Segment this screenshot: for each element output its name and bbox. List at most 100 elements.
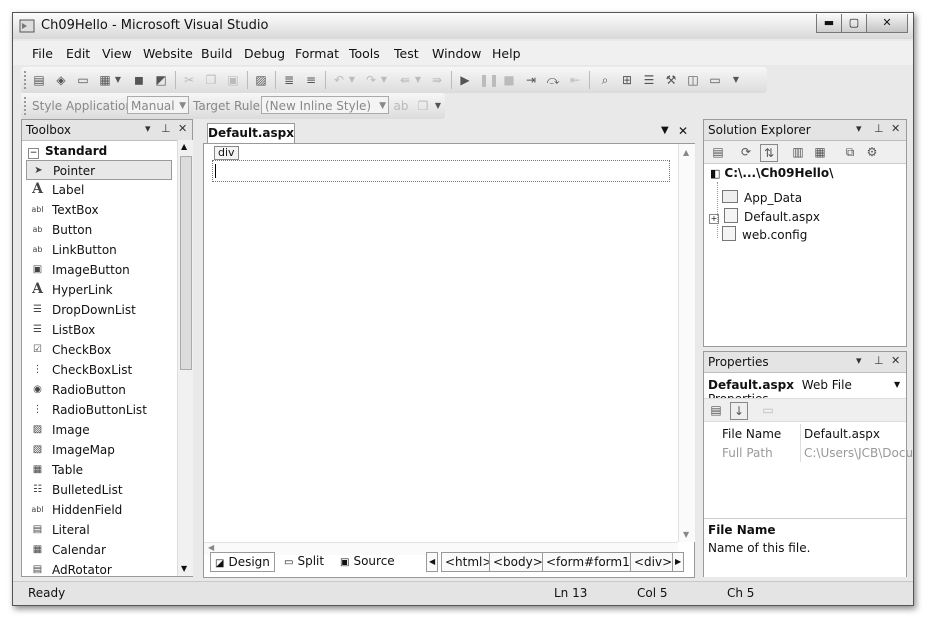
chevron-down-icon[interactable]: ▼ <box>113 72 123 88</box>
style-application-dropdown[interactable]: Manual ▼ <box>127 96 189 114</box>
menu-tools[interactable]: Tools <box>349 46 380 61</box>
menu-format[interactable]: Format <box>295 46 339 61</box>
breadcrumb-body[interactable]: <body> <box>489 552 547 572</box>
view-designer-icon[interactable]: ▦ <box>812 144 828 160</box>
attach-style-sheet-icon[interactable]: ❐ <box>415 98 431 114</box>
toolbox-item[interactable]: ➤ Pointer <box>26 160 172 180</box>
toolbox-item[interactable]: ☷ BulletedList <box>26 480 172 500</box>
menu-website[interactable]: Website <box>143 46 193 61</box>
toolbox-scrollbar[interactable]: ▲ ▼ <box>177 140 193 576</box>
find-icon[interactable]: ⌕ <box>597 72 613 88</box>
pin-icon[interactable]: ⊥ <box>874 354 884 367</box>
div-tag-label[interactable]: div <box>214 146 239 160</box>
toolbox-item[interactable]: ☰ ListBox <box>26 320 172 340</box>
comment-icon[interactable]: ≣ <box>281 72 297 88</box>
menu-view[interactable]: View <box>102 46 132 61</box>
toolbox-item[interactable]: ◉ RadioButton <box>26 380 172 400</box>
add-item-icon[interactable]: ◈ <box>53 72 69 88</box>
redo-icon[interactable]: ↷ <box>363 72 379 88</box>
properties-icon[interactable]: ▤ <box>710 144 726 160</box>
step-into-icon[interactable]: ⇥ <box>523 72 539 88</box>
toolbox-item[interactable]: ▨ Image <box>26 420 172 440</box>
toolbox-icon[interactable]: ⚒ <box>663 72 679 88</box>
chevron-down-icon[interactable]: ▾ <box>856 122 862 135</box>
toolbox-item[interactable]: ▤ AdRotator <box>26 560 172 580</box>
toolbox-item[interactable]: A HyperLink <box>26 280 172 300</box>
refresh-icon[interactable]: ⟳ <box>738 144 754 160</box>
close-button[interactable]: ✕ <box>866 14 908 33</box>
minimize-button[interactable]: ▬ <box>816 14 842 33</box>
menu-edit[interactable]: Edit <box>66 46 90 61</box>
scroll-down-arrow[interactable]: ▼ <box>683 530 689 539</box>
toolbox-item[interactable]: ab LinkButton <box>26 240 172 260</box>
cut-icon[interactable]: ✂ <box>181 72 197 88</box>
toolbar-overflow-icon[interactable]: ▼ <box>433 98 443 114</box>
toolbox-item[interactable]: ▤ Literal <box>26 520 172 540</box>
toolbox-group-standard[interactable]: − Standard <box>28 144 107 159</box>
nest-related-files-icon[interactable]: ⇅ <box>760 144 778 162</box>
scroll-up-arrow[interactable]: ▲ <box>683 148 689 157</box>
close-icon[interactable]: ✕ <box>891 122 900 135</box>
save-all-icon[interactable]: ◩ <box>153 72 169 88</box>
div-element[interactable] <box>212 160 670 182</box>
new-project-icon[interactable]: ▤ <box>31 72 47 88</box>
view-code-icon[interactable]: ▥ <box>790 144 806 160</box>
stop-icon[interactable]: ■ <box>501 72 517 88</box>
source-view-button[interactable]: ▣ Source <box>340 552 395 570</box>
toolbox-item[interactable]: ⋮ RadioButtonList <box>26 400 172 420</box>
target-rule-dropdown[interactable]: (New Inline Style) ▼ <box>261 96 389 114</box>
toolbox-item[interactable]: abl HiddenField <box>26 500 172 520</box>
step-out-icon[interactable]: ⇤ <box>567 72 583 88</box>
breadcrumb-right-arrow[interactable]: ▶ <box>672 552 684 572</box>
breadcrumb-left-arrow[interactable]: ◀ <box>426 552 438 572</box>
design-surface[interactable]: div ▲ ▼ ◀ ◪ Design ▭ Split ▣ Source ◀ <html… <box>203 143 695 578</box>
toolbox-item[interactable]: ☑ CheckBox <box>26 340 172 360</box>
close-icon[interactable]: ✕ <box>891 354 900 367</box>
design-view-button[interactable]: ◪ Design <box>210 552 275 572</box>
tree-item-app-data[interactable]: App_Data <box>722 190 802 205</box>
toolbox-item[interactable]: ▧ ImageMap <box>26 440 172 460</box>
toolbar-grip[interactable] <box>24 97 29 115</box>
toolbar-grip[interactable] <box>24 71 29 89</box>
close-document-icon[interactable]: ✕ <box>678 124 688 138</box>
asp-net-configuration-icon[interactable]: ⚙ <box>864 144 880 160</box>
chevron-down-icon[interactable]: ▼ <box>379 72 389 88</box>
chevron-down-icon[interactable]: ▾ <box>856 354 862 367</box>
open-file-icon[interactable]: ▭ <box>75 72 91 88</box>
chevron-down-icon[interactable]: ▾ <box>145 122 151 135</box>
solution-root-node[interactable]: ◧ C:\...\Ch09Hello\ <box>710 166 834 180</box>
chevron-down-icon[interactable]: ▼ <box>347 72 357 88</box>
scroll-thumb[interactable] <box>180 156 192 370</box>
navigate-backward-icon[interactable]: ⇚ <box>397 72 413 88</box>
pin-icon[interactable]: ⊥ <box>161 122 171 135</box>
copy-web-site-icon[interactable]: ⧉ <box>842 144 858 160</box>
paste-icon[interactable]: ▣ <box>225 72 241 88</box>
copy-icon[interactable]: ❐ <box>203 72 219 88</box>
alphabetical-icon[interactable]: ↓ <box>730 402 748 420</box>
property-pages-icon[interactable]: ▭ <box>760 402 776 418</box>
toolbox-item[interactable]: ⋮ CheckBoxList <box>26 360 172 380</box>
menu-file[interactable]: File <box>32 46 53 61</box>
print-icon[interactable]: ▨ <box>253 72 269 88</box>
apply-new-style-icon[interactable]: ab <box>393 98 409 114</box>
step-over-icon[interactable]: ⤼ <box>545 72 561 88</box>
menu-debug[interactable]: Debug <box>244 46 285 61</box>
scroll-down-arrow[interactable]: ▼ <box>181 564 187 573</box>
editor-vertical-scrollbar[interactable]: ▲ ▼ <box>678 144 695 542</box>
toolbox-item[interactable]: ☰ DropDownList <box>26 300 172 320</box>
uncomment-icon[interactable]: ≡ <box>303 72 319 88</box>
menu-test[interactable]: Test <box>394 46 419 61</box>
categorized-icon[interactable]: ▤ <box>708 402 724 418</box>
tree-item-default-aspx[interactable]: + Default.aspx <box>709 208 820 224</box>
toolbox-item[interactable]: ▦ Table <box>26 460 172 480</box>
tree-item-web-config[interactable]: web.config <box>722 226 807 242</box>
toolbox-item[interactable]: ▦ Calendar <box>26 540 172 560</box>
object-browser-icon[interactable]: ◫ <box>685 72 701 88</box>
toolbar-overflow-icon[interactable]: ▼ <box>731 72 741 88</box>
add-new-item-icon[interactable]: ▦ <box>97 72 113 88</box>
pause-icon[interactable]: ❚❚ <box>479 72 499 88</box>
close-icon[interactable]: ✕ <box>178 122 187 135</box>
start-debugging-icon[interactable]: ▶ <box>457 72 473 88</box>
pin-icon[interactable]: ⊥ <box>874 122 884 135</box>
navigate-forward-icon[interactable]: ⇛ <box>429 72 445 88</box>
